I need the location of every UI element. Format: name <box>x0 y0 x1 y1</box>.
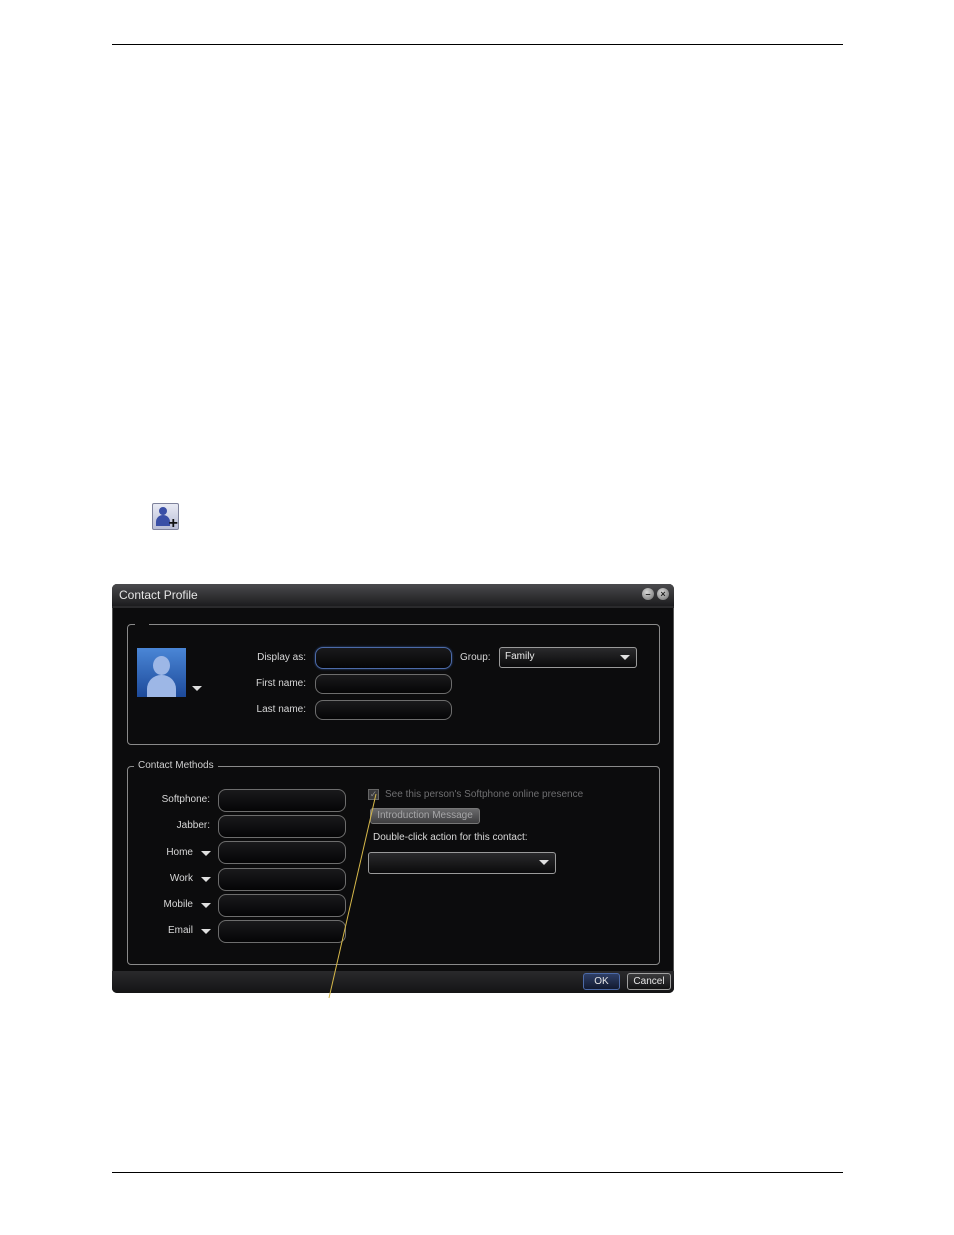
last-name-input[interactable] <box>315 700 452 720</box>
first-name-input[interactable] <box>315 674 452 694</box>
home-label: Home <box>166 847 193 858</box>
softphone-label: Softphone: <box>161 794 210 805</box>
title-bar[interactable]: Contact Profile – × <box>112 584 674 606</box>
group-select-value: Family <box>505 651 535 662</box>
close-icon[interactable]: × <box>657 588 669 600</box>
footer-rule <box>112 1172 843 1173</box>
work-label: Work <box>169 873 193 884</box>
presence-checkbox-label: See this person's Softphone online prese… <box>385 789 584 800</box>
group-select[interactable]: Family <box>499 647 637 668</box>
plus-icon: + <box>168 515 178 532</box>
window-title: Contact Profile <box>119 588 198 602</box>
avatar-chevron-down-icon[interactable] <box>192 686 202 691</box>
avatar-body <box>147 675 176 697</box>
email-input[interactable] <box>218 920 346 943</box>
presence-checkbox[interactable]: ✓ <box>368 789 379 800</box>
profile-group-legend <box>135 619 149 627</box>
header-rule <box>112 44 843 45</box>
title-separator <box>112 606 674 608</box>
softphone-input[interactable] <box>218 789 346 812</box>
mobile-chevron-down-icon[interactable] <box>201 903 211 908</box>
home-input[interactable] <box>218 841 346 864</box>
display-as-input[interactable] <box>315 647 452 669</box>
last-name-label: Last name: <box>256 704 306 715</box>
work-input[interactable] <box>218 868 346 891</box>
mobile-label: Mobile <box>163 899 193 910</box>
work-chevron-down-icon[interactable] <box>201 877 211 882</box>
mobile-input[interactable] <box>218 894 346 917</box>
display-as-label: Display as: <box>257 652 306 663</box>
cancel-button[interactable]: Cancel <box>627 973 671 990</box>
jabber-label: Jabber: <box>176 820 210 831</box>
user-silhouette-icon[interactable] <box>137 648 186 697</box>
email-chevron-down-icon[interactable] <box>201 929 211 934</box>
minimize-icon[interactable]: – <box>642 588 654 600</box>
jabber-input[interactable] <box>218 815 346 838</box>
avatar-head <box>153 656 170 675</box>
contact-methods-legend: Contact Methods <box>134 760 218 771</box>
chevron-down-icon <box>539 860 549 865</box>
contact-profile-window: Contact Profile – × Display as: First na… <box>112 584 674 993</box>
add-contact-icon-head <box>159 507 167 515</box>
first-name-label: First name: <box>255 678 306 689</box>
double-click-action-select[interactable] <box>368 852 556 874</box>
email-label: Email <box>167 925 193 936</box>
double-click-label: Double-click action for this contact: <box>373 832 528 843</box>
chevron-down-icon <box>620 655 630 660</box>
introduction-message-button[interactable]: Introduction Message <box>370 808 480 824</box>
add-contact-icon[interactable]: + <box>152 503 179 532</box>
ok-button[interactable]: OK <box>583 973 620 990</box>
home-chevron-down-icon[interactable] <box>201 851 211 856</box>
group-label: Group: <box>460 652 491 663</box>
